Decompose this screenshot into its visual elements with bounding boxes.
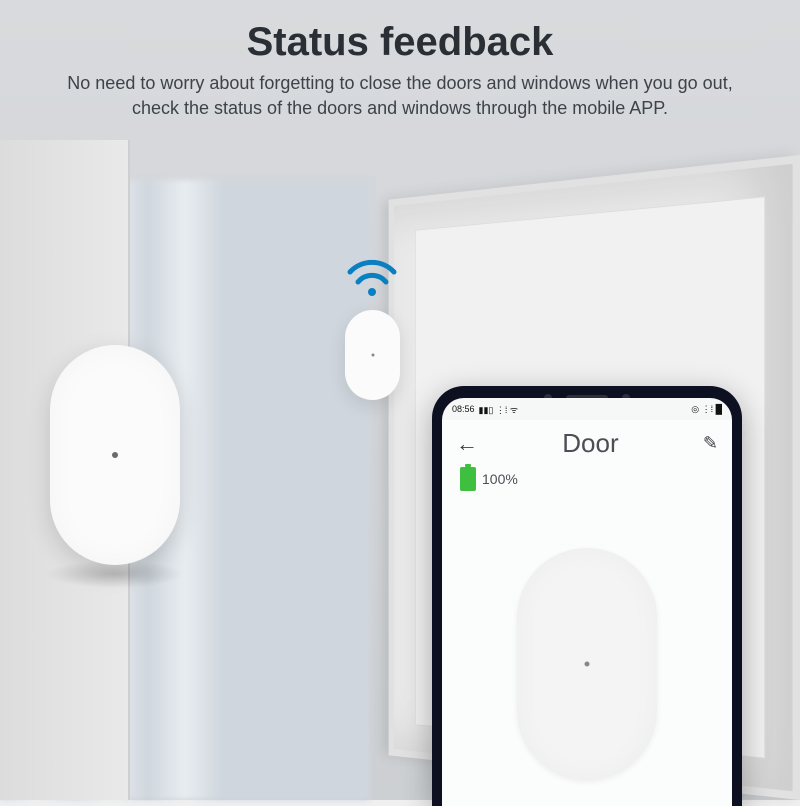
phone-statusbar: 08:56 ▮▮▯ ⋮⁞ ᯤ ◎ ⋮⁞ █ [442,398,732,420]
app-header: ← Door ✎ [442,420,732,467]
statusbar-time: 08:56 [452,404,475,414]
back-icon[interactable]: ← [456,431,478,457]
phone-mockup: 08:56 ▮▮▯ ⋮⁞ ᯤ ◎ ⋮⁞ █ ← Door ✎ 100% [432,386,742,806]
phone-screen: 08:56 ▮▮▯ ⋮⁞ ᯤ ◎ ⋮⁞ █ ← Door ✎ 100% [442,398,732,806]
wifi-icon [344,252,400,300]
statusbar-right-icons: ◎ ⋮⁞ █ [691,404,722,415]
page-title: Status feedback [0,20,800,65]
heading-block: Status feedback No need to worry about f… [0,20,800,121]
statusbar-signal-icon: ▮▮▯ ⋮⁞ ᯤ [479,403,519,416]
app-title: Door [562,428,618,459]
door-sensor-large [50,345,180,565]
battery-text: 100% [482,471,518,487]
battery-row: 100% [442,467,732,491]
page-subtitle: No need to worry about forgetting to clo… [0,71,800,121]
app-sensor-graphic [517,548,657,780]
battery-icon [460,467,476,491]
door-sensor-small [345,310,400,400]
edit-icon[interactable]: ✎ [703,433,718,454]
